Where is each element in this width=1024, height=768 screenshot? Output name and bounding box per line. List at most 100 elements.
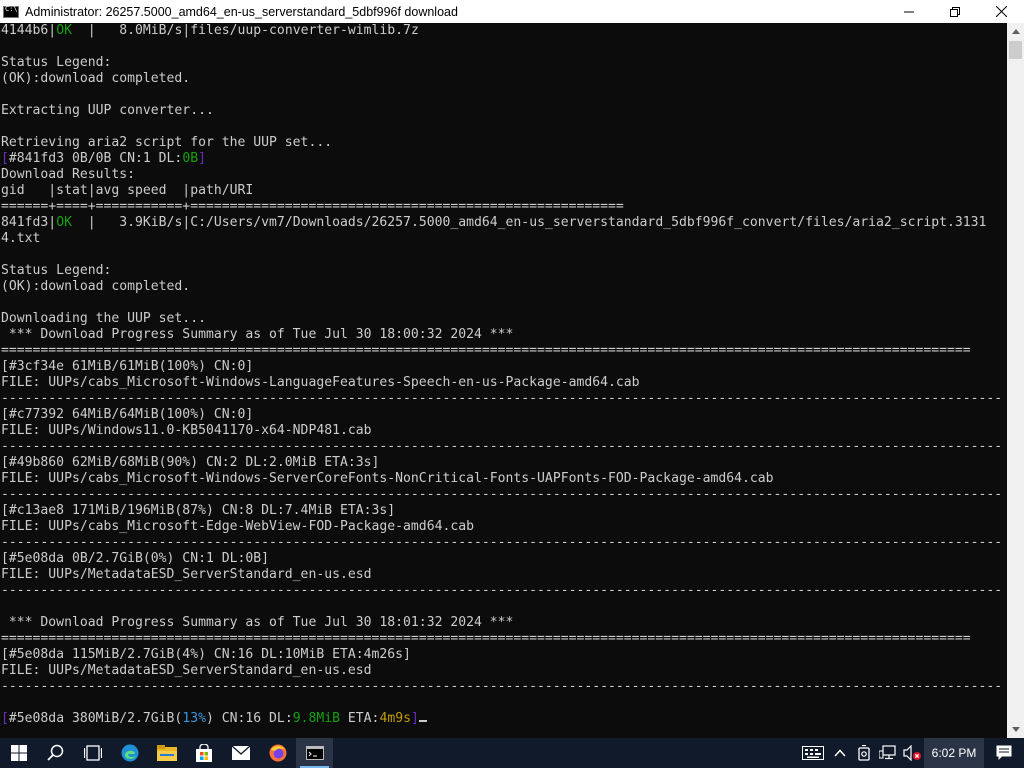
file-explorer-icon: [156, 745, 177, 761]
console-segment: [#5e08da 0B/2.7GiB(0%) CN:1 DL:0B]: [1, 551, 270, 566]
system-tray: 6:02 PM: [798, 738, 1024, 768]
console-segment: FILE: UUPs/MetadataESD_ServerStandard_en…: [1, 567, 372, 582]
console-output[interactable]: 4144b6|OK | 8.0MiB/s|files/uup-converter…: [0, 23, 1007, 738]
console-segment: ----------------------------------------…: [1, 487, 1003, 502]
input-indicator-button[interactable]: [798, 738, 828, 768]
file-explorer-button[interactable]: [148, 738, 185, 768]
console-line: 841fd3|OK | 3.9KiB/s|C:/Users/vm7/Downlo…: [1, 215, 986, 230]
console-line: FILE: UUPs/cabs_Microsoft-Edge-WebView-F…: [1, 519, 474, 534]
store-button[interactable]: [185, 738, 222, 768]
console-line: ----------------------------------------…: [1, 391, 1002, 406]
console-line: [#5e08da 380MiB/2.7GiB(13%) CN:16 DL:9.8…: [1, 711, 427, 726]
console-line: [#5e08da 0B/2.7GiB(0%) CN:1 DL:0B]: [1, 551, 269, 566]
close-icon: [995, 6, 1007, 17]
minimize-button[interactable]: [886, 0, 932, 23]
scroll-down-button[interactable]: [1007, 721, 1024, 738]
console-line: FILE: UUPs/cabs_Microsoft-Windows-Langua…: [1, 375, 640, 390]
firefox-button[interactable]: [259, 738, 296, 768]
scroll-up-button[interactable]: [1007, 23, 1024, 40]
console-segment: ======+====+===========+================…: [1, 199, 624, 214]
volume-button[interactable]: [900, 738, 924, 768]
console-line: FILE: UUPs/MetadataESD_ServerStandard_en…: [1, 567, 372, 582]
search-button[interactable]: [37, 738, 74, 768]
console-segment: ETA:: [340, 711, 380, 726]
cmd-taskbar-button[interactable]: [296, 738, 333, 768]
console-text: 4144b6|OK | 8.0MiB/s|files/uup-converter…: [0, 23, 1007, 727]
console-segment: 4.txt: [1, 231, 41, 246]
console-segment: ========================================…: [1, 631, 971, 646]
chevron-down-icon: [1011, 727, 1020, 732]
console-line: ----------------------------------------…: [1, 487, 1002, 502]
device-button[interactable]: [852, 738, 876, 768]
vertical-scrollbar[interactable]: [1007, 23, 1024, 738]
taskbar-clock[interactable]: 6:02 PM: [924, 738, 984, 768]
console-segment: 0B: [182, 151, 199, 166]
search-icon: [46, 744, 63, 761]
console-segment: Status Legend:: [1, 55, 112, 70]
text-cursor: [418, 720, 427, 722]
edge-button[interactable]: [111, 738, 148, 768]
console-line: ----------------------------------------…: [1, 535, 1002, 550]
console-line: Retrieving aria2 script for the UUP set.…: [1, 135, 332, 150]
window-title: Administrator: 26257.5000_amd64_en-us_se…: [25, 4, 458, 19]
console-segment: FILE: UUPs/MetadataESD_ServerStandard_en…: [1, 663, 372, 678]
store-icon: [195, 744, 212, 762]
console-segment: ]: [410, 711, 419, 726]
maximize-button[interactable]: [932, 0, 978, 23]
console-segment: [#49b860 62MiB/68MiB(90%) CN:2 DL:2.0MiB…: [1, 455, 380, 470]
show-hidden-icons-button[interactable]: [828, 738, 852, 768]
windows-start-icon: [10, 745, 27, 761]
console-line: ========================================…: [1, 631, 971, 646]
console-line: (OK):download completed.: [1, 279, 190, 294]
network-button[interactable]: [876, 738, 900, 768]
console-line: [#5e08da 115MiB/2.7GiB(4%) CN:16 DL:10Mi…: [1, 647, 411, 662]
console-line: gid |stat|avg speed |path/URI: [1, 183, 253, 198]
mail-button[interactable]: [222, 738, 259, 768]
console-line: Download Results:: [1, 167, 135, 182]
console-line: *** Download Progress Summary as of Tue …: [1, 615, 514, 630]
console-line: ----------------------------------------…: [1, 583, 1002, 598]
firefox-icon: [269, 744, 286, 762]
console-line: Status Legend:: [1, 263, 111, 278]
console-segment: *** Download Progress Summary as of Tue …: [1, 615, 514, 630]
console-segment: | 3.9KiB/s|C:/Users/vm7/Downloads/26257.…: [71, 215, 987, 230]
console-line: ======+====+===========+================…: [1, 199, 624, 214]
volume-muted-icon: [903, 745, 921, 761]
console-line: ----------------------------------------…: [1, 679, 1002, 694]
console-segment: OK: [56, 23, 72, 38]
taskbar: 6:02 PM: [0, 738, 1024, 768]
console-line: [#c13ae8 171MiB/196MiB(87%) CN:8 DL:7.4M…: [1, 503, 395, 518]
console-segment: ----------------------------------------…: [1, 391, 1003, 406]
console-segment: #5e08da 380MiB/2.7GiB(: [8, 711, 183, 726]
console-segment: 4144b6|: [1, 23, 57, 38]
console-segment: [#c77392 64MiB/64MiB(100%) CN:0]: [1, 407, 254, 422]
console-line: 4144b6|OK | 8.0MiB/s|files/uup-converter…: [1, 23, 419, 38]
console-line: Status Legend:: [1, 55, 111, 70]
minimize-icon: [904, 11, 914, 12]
console-segment: FILE: UUPs/cabs_Microsoft-Edge-WebView-F…: [1, 519, 474, 534]
window-controls: [886, 0, 1024, 23]
console-line: Downloading the UUP set...: [1, 311, 206, 326]
close-button[interactable]: [978, 0, 1024, 23]
console-line: *** Download Progress Summary as of Tue …: [1, 327, 514, 342]
console-segment: [: [1, 151, 9, 166]
console-segment: FILE: UUPs/cabs_Microsoft-Windows-Server…: [1, 471, 774, 486]
console-segment: ----------------------------------------…: [1, 583, 1003, 598]
start-button[interactable]: [0, 738, 37, 768]
console-segment: gid |stat|avg speed |path/URI: [1, 183, 254, 198]
console-segment: [: [1, 711, 9, 726]
console-segment: 13%: [182, 711, 206, 726]
task-view-button[interactable]: [74, 738, 111, 768]
console-segment: Status Legend:: [1, 263, 112, 278]
console-segment: #841fd3 0B/0B CN:1 DL:: [8, 151, 183, 166]
console-segment: ----------------------------------------…: [1, 535, 1003, 550]
console-segment: OK: [56, 215, 72, 230]
window-title-bar[interactable]: Administrator: 26257.5000_amd64_en-us_se…: [0, 0, 1024, 23]
scrollbar-thumb[interactable]: [1009, 41, 1022, 59]
console-segment: FILE: UUPs/Windows11.0-KB5041170-x64-NDP…: [1, 423, 372, 438]
console-segment: Extracting UUP converter...: [1, 103, 214, 118]
console-segment: [#c13ae8 171MiB/196MiB(87%) CN:8 DL:7.4M…: [1, 503, 396, 518]
console-segment: 9.8MiB: [292, 711, 341, 726]
action-center-button[interactable]: [984, 738, 1024, 768]
console-segment: 4m9s: [379, 711, 411, 726]
